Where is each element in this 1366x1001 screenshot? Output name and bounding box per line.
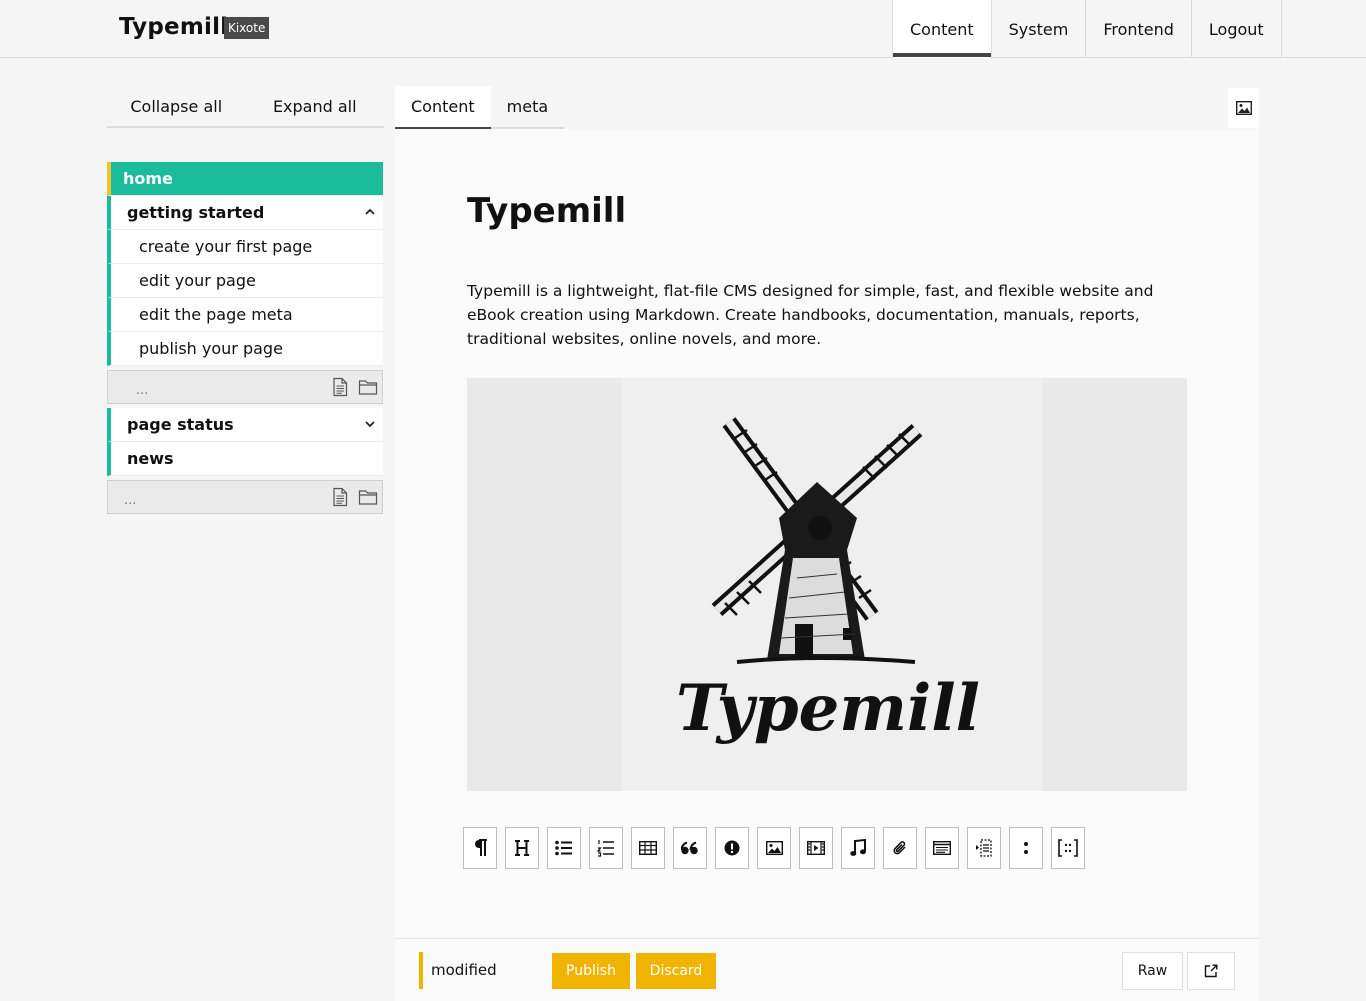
image-icon — [765, 841, 783, 855]
image-icon — [1235, 101, 1252, 115]
nav-item-label: create your first page — [139, 237, 313, 256]
page-title[interactable]: Typemill — [467, 191, 626, 231]
app-header: Typemill Kixote Content System Frontend … — [0, 0, 1366, 58]
discard-button[interactable]: Discard — [636, 953, 716, 989]
add-item-placeholder: ... — [124, 493, 137, 508]
add-file-icon[interactable] — [330, 377, 350, 397]
nav-item-create-first-page[interactable]: create your first page — [107, 230, 383, 264]
chevron-up-icon[interactable] — [365, 207, 375, 217]
nav-item-page-status[interactable]: page status — [107, 408, 383, 442]
expand-all-button[interactable]: Expand all — [246, 86, 385, 126]
nav-logout[interactable]: Logout — [1190, 0, 1282, 58]
add-folder-icon[interactable] — [358, 487, 378, 507]
nav-system[interactable]: System — [990, 0, 1086, 58]
quote-icon — [681, 841, 698, 855]
nav-item-label: news — [127, 449, 174, 468]
open-external-button[interactable] — [1187, 952, 1235, 990]
main-nav: Content System Frontend Logout — [892, 0, 1282, 58]
nav-item-label: getting started — [127, 203, 265, 222]
add-audio-button[interactable] — [841, 827, 875, 869]
toggle-image-button[interactable] — [1228, 88, 1259, 128]
status-badge: modified — [419, 952, 497, 989]
add-image-button[interactable] — [757, 827, 791, 869]
audio-icon — [850, 839, 866, 856]
paperclip-icon — [893, 841, 906, 855]
editor-panel: Typemill Typemill is a lightweight, flat… — [395, 129, 1259, 938]
shortcode-icon — [1058, 839, 1078, 857]
add-notice-button[interactable] — [715, 827, 749, 869]
add-shortcode-button[interactable] — [1051, 827, 1085, 869]
nav-item-edit-meta[interactable]: edit the page meta — [107, 298, 383, 332]
ordered-list-icon — [597, 840, 614, 857]
brand-title[interactable]: Typemill — [119, 14, 228, 40]
windmill-logo: Typemill — [676, 417, 980, 746]
external-link-icon — [1204, 964, 1218, 978]
hero-image[interactable]: Typemill — [467, 378, 1187, 791]
tab-content[interactable]: Content — [395, 86, 491, 129]
nav-item-label: page status — [127, 415, 234, 434]
nav-item-news[interactable]: news — [107, 442, 383, 476]
add-file-button[interactable] — [883, 827, 917, 869]
add-folder-icon[interactable] — [358, 377, 378, 397]
chevron-down-icon[interactable] — [365, 419, 375, 429]
add-item-row: ... — [107, 480, 383, 514]
nav-item-edit-page[interactable]: edit your page — [107, 264, 383, 298]
paragraph-icon — [475, 839, 487, 856]
add-quote-button[interactable] — [673, 827, 707, 869]
block-toolbar — [463, 827, 1085, 869]
editor-footer: modified Publish Discard Raw — [395, 938, 1259, 1001]
content-navigation: home getting started create your first p… — [107, 162, 383, 518]
toc-icon — [976, 839, 992, 857]
add-toc-button[interactable] — [967, 827, 1001, 869]
add-ordered-list-button[interactable] — [589, 827, 623, 869]
add-heading-button[interactable] — [505, 827, 539, 869]
table-icon — [639, 841, 657, 855]
heading-icon — [515, 840, 529, 856]
nav-item-getting-started[interactable]: getting started — [107, 196, 383, 230]
add-file-icon[interactable] — [330, 487, 350, 507]
publish-button[interactable]: Publish — [552, 953, 630, 989]
logo-wordmark: Typemill — [676, 671, 980, 746]
unordered-list-icon — [555, 840, 572, 856]
collapse-all-button[interactable]: Collapse all — [107, 86, 246, 126]
nav-item-label: edit the page meta — [139, 305, 293, 324]
add-item-placeholder: ... — [136, 383, 149, 398]
add-item-row: ... — [107, 370, 383, 404]
add-video-button[interactable] — [799, 827, 833, 869]
notice-icon — [724, 840, 740, 856]
tab-meta[interactable]: meta — [490, 86, 565, 129]
nav-item-label: edit your page — [139, 271, 256, 290]
intro-paragraph[interactable]: Typemill is a lightweight, flat-file CMS… — [467, 279, 1177, 351]
nav-item-home[interactable]: home — [107, 162, 383, 196]
nav-content[interactable]: Content — [892, 0, 991, 58]
nav-frontend[interactable]: Frontend — [1085, 0, 1191, 58]
add-definition-button[interactable] — [1009, 827, 1043, 869]
add-table-button[interactable] — [631, 827, 665, 869]
sidebar-tools: Collapse all Expand all — [107, 86, 384, 128]
video-icon — [807, 841, 825, 855]
add-paragraph-button[interactable] — [463, 827, 497, 869]
raw-button[interactable]: Raw — [1122, 952, 1183, 990]
add-unordered-list-button[interactable] — [547, 827, 581, 869]
add-code-button[interactable] — [925, 827, 959, 869]
nav-item-publish-page[interactable]: publish your page — [107, 332, 383, 366]
nav-item-label: home — [123, 169, 173, 188]
definition-icon — [1024, 842, 1028, 854]
nav-item-label: publish your page — [139, 339, 283, 358]
editor-tabs: Content meta — [395, 86, 565, 129]
code-icon — [933, 841, 951, 855]
project-badge: Kixote — [224, 17, 270, 39]
